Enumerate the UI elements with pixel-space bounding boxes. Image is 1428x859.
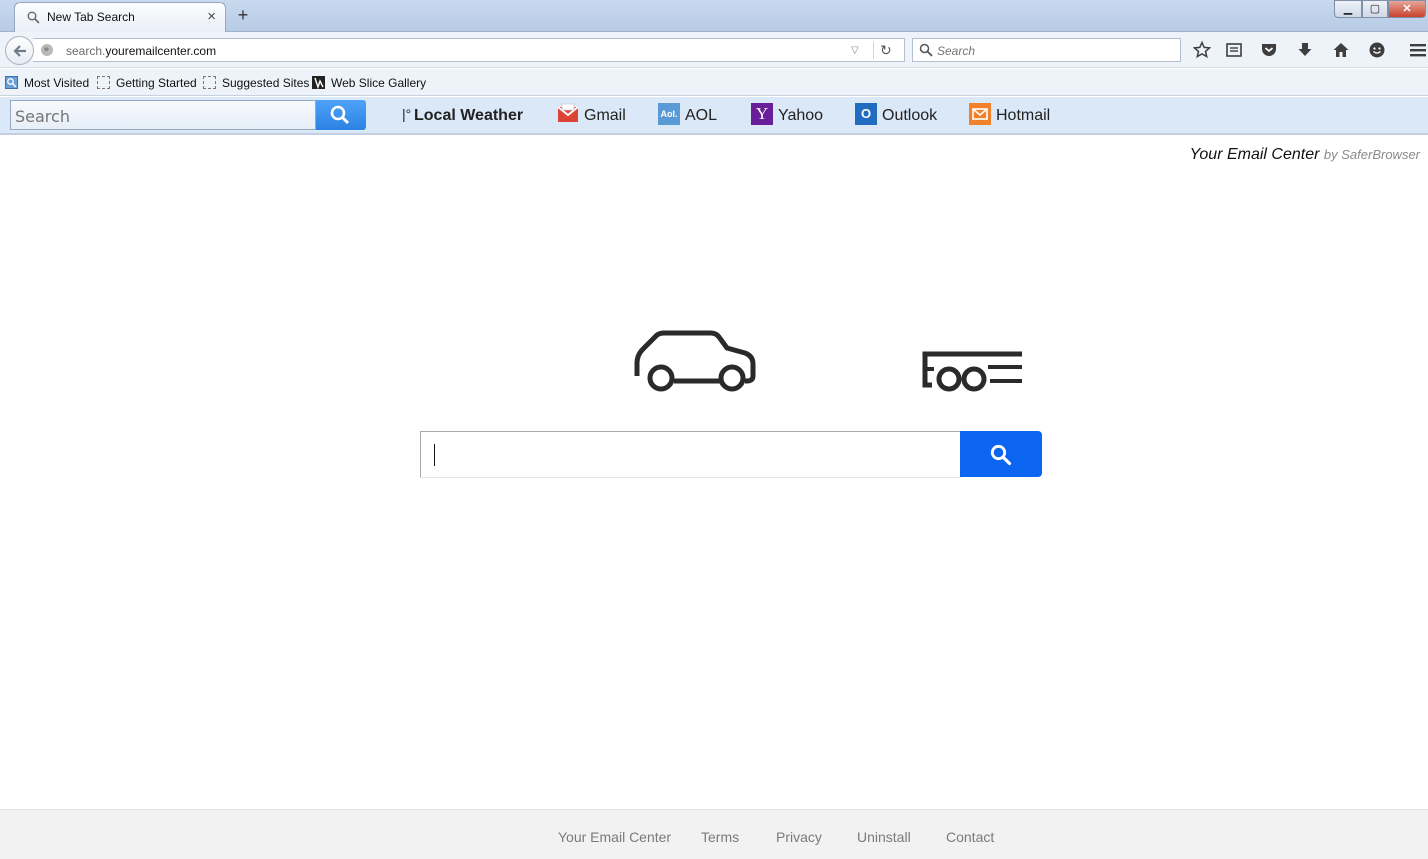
minimize-button[interactable]: ▁ (1334, 0, 1362, 18)
toolbar-search-box[interactable] (10, 100, 316, 130)
outlook-icon: O (855, 103, 877, 125)
gmail-icon (557, 103, 579, 122)
most-visited-icon (5, 76, 18, 89)
tab-title: New Tab Search (47, 10, 135, 24)
main-search-input[interactable] (433, 441, 953, 469)
reload-icon[interactable]: ↻ (880, 42, 892, 59)
reading-list-icon[interactable] (1225, 41, 1243, 59)
footer-link-privacy[interactable]: Privacy (776, 829, 822, 845)
maximize-button[interactable]: ▢ (1362, 0, 1388, 18)
brand-name: Your Email Center (1189, 146, 1320, 163)
search-icon (330, 105, 350, 125)
aol-icon: Aol. (658, 103, 680, 125)
search-icon (919, 43, 933, 57)
star-icon[interactable] (1193, 41, 1211, 59)
toolbar-search-button[interactable] (316, 100, 366, 130)
trailer-icon (922, 351, 1022, 392)
footer-link-uninstall[interactable]: Uninstall (857, 829, 911, 845)
address-bar[interactable]: search.youremailcenter.com ▽ ↻ (33, 38, 905, 62)
title-bar: New Tab Search × + ▁ ▢ ✕ (0, 0, 1428, 32)
globe-icon (41, 44, 53, 56)
pocket-icon[interactable] (1260, 41, 1278, 59)
search-icon (27, 11, 40, 24)
bookmarks-bar: Most Visited Getting Started Suggested S… (0, 69, 1428, 96)
url-text: search.youremailcenter.com (66, 44, 217, 58)
home-icon[interactable] (1332, 41, 1350, 59)
browser-search-box[interactable] (912, 38, 1181, 62)
search-icon (990, 444, 1012, 466)
back-arrow-icon (13, 45, 26, 57)
hello-icon[interactable] (1368, 41, 1386, 59)
close-window-button[interactable]: ✕ (1388, 0, 1426, 18)
footer-link-your-email-center[interactable]: Your Email Center (558, 829, 671, 845)
web-slice-icon (312, 76, 325, 89)
browser-tab[interactable]: New Tab Search × (14, 2, 226, 32)
page-icon (203, 76, 216, 89)
browser-search-input[interactable] (937, 42, 1177, 59)
back-button[interactable] (5, 36, 34, 65)
download-icon[interactable] (1296, 41, 1314, 59)
footer-link-terms[interactable]: Terms (701, 829, 739, 845)
toolbar-search-input[interactable] (15, 105, 311, 127)
url-dropdown-icon[interactable]: ▽ (851, 45, 859, 56)
hotmail-icon (969, 103, 991, 125)
main-search-button[interactable] (960, 431, 1042, 477)
page-icon (97, 76, 110, 89)
extension-toolbar: |° Local Weather Gmail Aol. AOL Y Yahoo … (0, 97, 1428, 135)
new-tab-button[interactable]: + (234, 5, 252, 25)
brand-label: Your Email Center by SaferBrowser (1190, 146, 1420, 164)
weather-icon: |° (402, 106, 412, 122)
car-icon (634, 330, 756, 392)
divider (873, 42, 874, 59)
main-search-box[interactable] (420, 431, 961, 478)
navigation-bar: search.youremailcenter.com ▽ ↻ (0, 32, 1428, 68)
close-tab-icon[interactable]: × (207, 8, 216, 25)
brand-by: by SaferBrowser (1323, 147, 1420, 162)
yahoo-icon: Y (751, 103, 773, 125)
footer-link-contact[interactable]: Contact (946, 829, 994, 845)
page-footer: Your Email Center Terms Privacy Uninstal… (0, 809, 1428, 859)
menu-icon[interactable] (1409, 41, 1427, 59)
